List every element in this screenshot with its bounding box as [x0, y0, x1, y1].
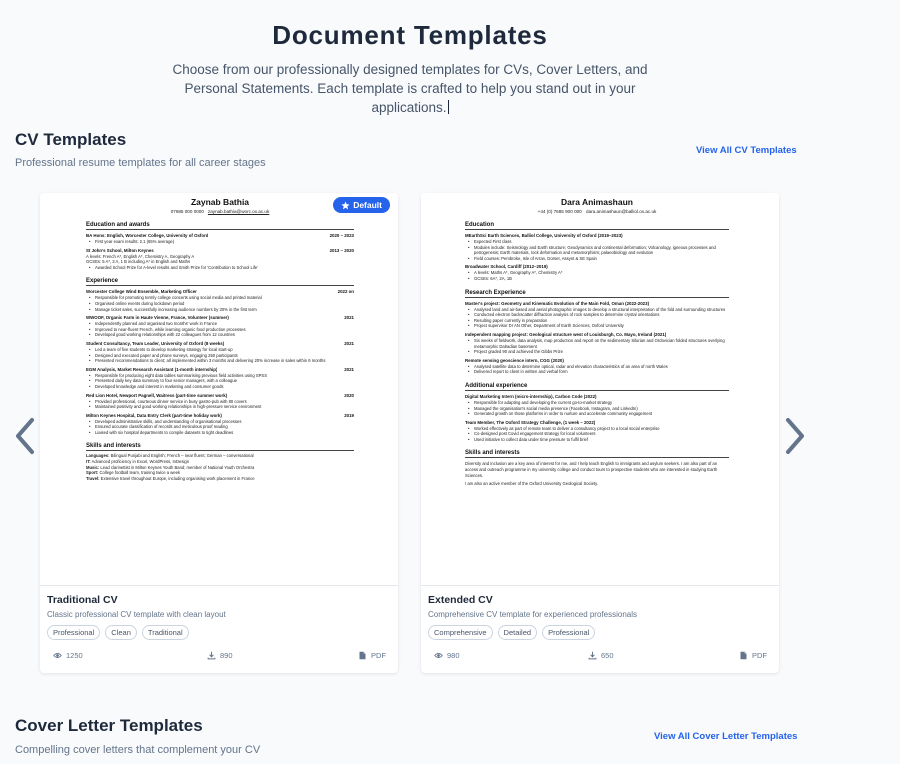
tag: Professional [542, 625, 596, 640]
preview-bullet: Manage ticket sales, successfully increa… [86, 307, 354, 313]
preview-entry-date: 2013 – 2020 [329, 247, 354, 253]
downloads-stat: 650 [588, 651, 614, 660]
preview-bullet: Presented recommendations to client; all… [86, 358, 354, 364]
preview-skill-line: Travel: Extensive travel throughout Euro… [86, 476, 354, 482]
cv-preview: Dara Animashaun +44 (0) 7685 900 000 dar… [421, 193, 779, 586]
template-description: Comprehensive CV template for experience… [428, 610, 637, 619]
preview-paragraph: Diversity and inclusion are a key area o… [465, 461, 718, 478]
views-stat: 1250 [53, 651, 83, 660]
preview-skill-text: Lead clarinettist in Milton Keynes Youth… [99, 464, 255, 470]
preview-bullet: Developed good working relationships wit… [86, 332, 354, 338]
preview-skill-label: Sport: [86, 470, 99, 476]
preview-bullet: Modules include: Seismology and Earth st… [465, 245, 729, 256]
star-icon [341, 200, 350, 209]
preview-section-heading: Research Experience [465, 290, 729, 298]
preview-section-heading: Education and awards [86, 222, 354, 230]
file-icon [740, 651, 747, 660]
preview-skill-text: Advanced proficiency in Excel, WordPress… [90, 459, 190, 465]
template-stats: 1250 890 PDF [47, 651, 391, 663]
preview-contact: 07685 000 0000 zaynab.bathia@worc.ox.ac.u… [170, 209, 270, 214]
preview-name: Zaynab Bathia [190, 197, 250, 207]
chevron-left-icon [16, 418, 34, 454]
eye-icon [434, 652, 443, 659]
download-icon [588, 651, 597, 660]
cv-preview: Zaynab Bathia 07685 000 0000 zaynab.bathi… [40, 193, 398, 586]
downloads-stat: 890 [207, 651, 233, 660]
preview-paragraph: I am also an active member of the Oxford… [465, 481, 599, 487]
carousel-prev-button[interactable] [12, 414, 38, 458]
preview-bullet: Generated growth on those platforms in o… [465, 411, 729, 417]
cv-section-title: CV Templates [15, 130, 127, 149]
preview-bullet: Field courses: Pembroke, Isle of Arran, … [465, 256, 729, 262]
template-card-traditional-cv[interactable]: Zaynab Bathia 07685 000 0000 zaynab.bathi… [40, 193, 398, 673]
tag: Clean [105, 625, 137, 640]
download-icon [207, 651, 216, 660]
cover-letter-section-title: Cover Letter Templates [15, 716, 203, 735]
preview-section-heading: Skills and interests [86, 443, 354, 452]
page-subtitle: Choose from our professionally designed … [172, 62, 648, 115]
view-all-cover-letter-templates-link[interactable]: View All Cover Letter Templates [654, 731, 797, 742]
preview-entry-title: St John's School, Milton Keynes [86, 247, 154, 253]
template-title: Traditional CV [47, 594, 118, 606]
preview-bullet: Delivered report to client in written an… [465, 369, 729, 375]
view-all-cv-templates-link[interactable]: View All CV Templates [696, 145, 797, 156]
template-tags: Professional Clean Traditional [47, 625, 391, 640]
preview-skill-text: Bilingual Punjabi and English; French – … [109, 453, 254, 459]
tag: Traditional [141, 625, 189, 640]
preview-sections: Education MEarthSci Earth Sciences, Balli… [465, 222, 729, 487]
tag: Professional [47, 625, 101, 640]
preview-section-heading: Experience [86, 278, 354, 287]
preview-bullet: Used initiative to collect data under ti… [465, 437, 729, 443]
eye-icon [53, 652, 62, 659]
preview-name: Dara Animashaun [561, 197, 633, 207]
preview-bullet: Liaised with six hospital departments to… [86, 430, 354, 436]
page-title: Document Templates [272, 20, 548, 50]
preview-bullet: Project supervisor Dr AN Other, Departme… [465, 323, 729, 329]
preview-skill-label: Music: [86, 464, 100, 470]
template-description: Classic professional CV template with cl… [47, 610, 226, 619]
cover-letter-section-description: Compelling cover letters that complement… [15, 744, 261, 756]
preview-skill-text: College football team, training twice a … [98, 470, 181, 476]
text-cursor [447, 100, 449, 114]
preview-bullet: Project graded 90 and achieved the Gibbs… [465, 349, 729, 355]
template-stats: 980 650 PDF [428, 651, 772, 663]
preview-bullet: First year exam results: 2.1 (65% averag… [86, 239, 354, 245]
format-stat: PDF [739, 651, 767, 660]
tag: Detailed [497, 625, 538, 640]
preview-bullet: Awarded School Prize for A-level results… [86, 265, 354, 271]
preview-skill-label: Languages: [86, 453, 110, 459]
tag: Comprehensive [428, 625, 493, 640]
preview-bullet: Developed knowledge and interest in mark… [86, 384, 354, 390]
preview-skill-label: Travel: [86, 475, 100, 481]
preview-section-heading: Skills and interests [465, 450, 729, 459]
views-stat: 980 [434, 651, 460, 660]
template-card-extended-cv[interactable]: Dara Animashaun +44 (0) 7685 900 000 dar… [421, 193, 779, 673]
preview-bullet: Six weeks of fieldwork, data analysis, m… [465, 338, 729, 349]
carousel-next-button[interactable] [782, 414, 808, 458]
preview-sections: Education and awards BA Hons: English, Wo… [86, 222, 354, 481]
format-stat: PDF [358, 651, 386, 660]
preview-bullet: Maintained positivity and good working r… [86, 404, 354, 410]
cv-section-description: Professional resume templates for all ca… [15, 157, 266, 169]
file-icon [359, 651, 366, 660]
default-badge: Default [333, 197, 390, 213]
template-title: Extended CV [428, 594, 493, 606]
preview-skill-text: Extensive travel throughout Europe, incl… [99, 475, 255, 481]
preview-bullet: GCSEs: 6A*, 2A, 1B [465, 276, 729, 282]
preview-section-heading: Education [465, 222, 729, 230]
preview-contact: +44 (0) 7685 900 000 dara.animashaun@bal… [537, 209, 657, 214]
preview-section-heading: Additional experience [465, 383, 729, 391]
template-tags: Comprehensive Detailed Professional [428, 625, 772, 640]
chevron-right-icon [786, 418, 804, 454]
